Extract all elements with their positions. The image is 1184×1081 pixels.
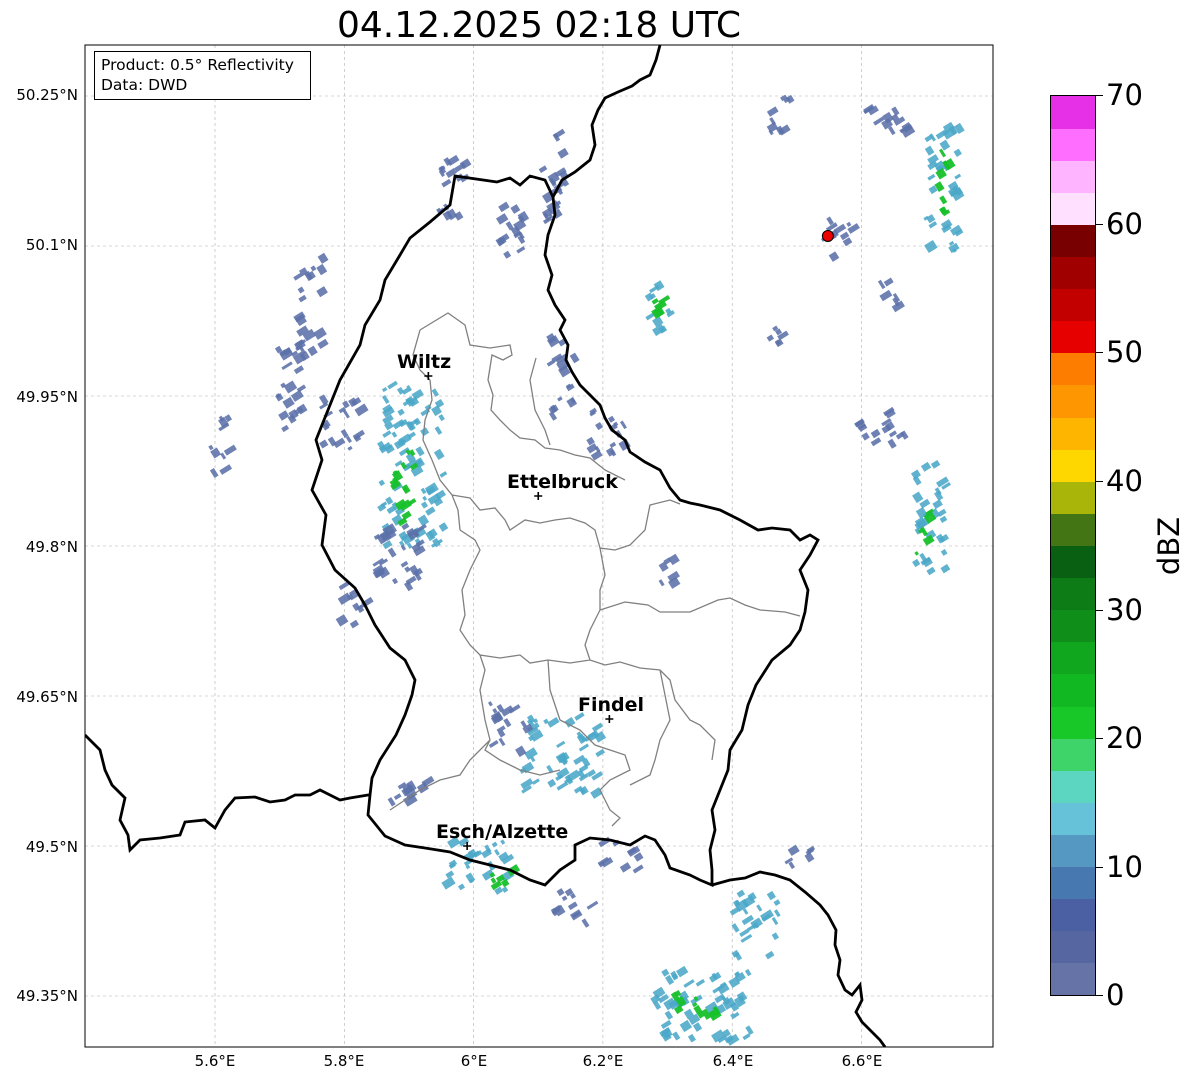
colorbar-label-60: 60 bbox=[1106, 207, 1143, 241]
colorbar-tick bbox=[1096, 481, 1103, 482]
city-label-esch-alzette: Esch/Alzette bbox=[436, 821, 569, 843]
colorbar-tick bbox=[1096, 738, 1103, 739]
colorbar-segment bbox=[1051, 256, 1095, 290]
colorbar-segment bbox=[1051, 481, 1095, 514]
colorbar-label-50: 50 bbox=[1106, 335, 1143, 369]
colorbar-segment bbox=[1051, 288, 1095, 322]
lon-label: 6.4°E bbox=[712, 1052, 754, 1070]
colorbar-segment bbox=[1051, 352, 1095, 386]
lat-label: 49.5°N bbox=[25, 838, 78, 856]
colorbar-segment bbox=[1051, 320, 1095, 354]
data-source-line: Data: DWD bbox=[101, 76, 188, 94]
colorbar-segment bbox=[1051, 192, 1095, 225]
city-label-findel: Findel bbox=[578, 694, 645, 716]
colorbar-segment bbox=[1051, 898, 1095, 932]
plot-background bbox=[85, 45, 993, 1047]
colorbar-segment bbox=[1051, 384, 1095, 418]
colorbar-label-70: 70 bbox=[1106, 78, 1143, 112]
colorbar-tick bbox=[1096, 867, 1103, 868]
lat-label: 49.8°N bbox=[25, 538, 78, 556]
colorbar-label-20: 20 bbox=[1106, 721, 1143, 755]
lon-label: 5.8°E bbox=[323, 1052, 365, 1070]
colorbar-segment bbox=[1051, 770, 1095, 803]
colorbar-label-0: 0 bbox=[1106, 978, 1125, 1012]
colorbar-label-30: 30 bbox=[1106, 593, 1143, 627]
lon-label: 5.6°E bbox=[194, 1052, 236, 1070]
colorbar-label-40: 40 bbox=[1106, 464, 1143, 498]
radar-map bbox=[84, 44, 994, 1048]
lat-label: 49.35°N bbox=[16, 987, 78, 1005]
lon-label: 6.2°E bbox=[582, 1052, 624, 1070]
colorbar-segment bbox=[1051, 738, 1095, 771]
colorbar-segment bbox=[1051, 802, 1095, 835]
colorbar-tick bbox=[1096, 995, 1103, 996]
colorbar-segment bbox=[1051, 96, 1095, 129]
product-line: Product: 0.5° Reflectivity bbox=[101, 56, 294, 74]
colorbar-segment bbox=[1051, 673, 1095, 707]
lat-label: 50.25°N bbox=[16, 86, 78, 104]
lon-label: 6.6°E bbox=[841, 1052, 883, 1070]
city-label-ettelbruck: Ettelbruck bbox=[507, 471, 618, 493]
colorbar-segment bbox=[1051, 609, 1095, 643]
colorbar-unit-label: dBZ bbox=[1152, 516, 1184, 576]
colorbar-segment bbox=[1051, 160, 1095, 193]
lat-label: 49.95°N bbox=[16, 388, 78, 406]
colorbar-segment bbox=[1051, 224, 1095, 258]
lon-label: 6°E bbox=[460, 1052, 488, 1070]
city-label-wiltz: Wiltz bbox=[397, 351, 452, 373]
colorbar-segment bbox=[1051, 128, 1095, 161]
colorbar-segment bbox=[1051, 417, 1095, 450]
lat-label: 49.65°N bbox=[16, 688, 78, 706]
product-info-box: Product: 0.5° Reflectivity Data: DWD bbox=[94, 51, 311, 100]
colorbar-segment bbox=[1051, 962, 1095, 996]
colorbar-segment bbox=[1051, 641, 1095, 675]
colorbar-label-10: 10 bbox=[1106, 850, 1143, 884]
lat-label: 50.1°N bbox=[25, 236, 78, 254]
colorbar-segment bbox=[1051, 834, 1095, 868]
colorbar-segment bbox=[1051, 866, 1095, 900]
colorbar-segment bbox=[1051, 449, 1095, 482]
radar-site-marker bbox=[821, 230, 834, 242]
colorbar-tick bbox=[1096, 224, 1103, 225]
colorbar-segment bbox=[1051, 513, 1095, 546]
colorbar-segment bbox=[1051, 706, 1095, 739]
colorbar bbox=[1050, 95, 1096, 996]
colorbar-tick bbox=[1096, 95, 1103, 96]
colorbar-segment bbox=[1051, 930, 1095, 964]
colorbar-tick bbox=[1096, 352, 1103, 353]
colorbar-segment bbox=[1051, 545, 1095, 579]
colorbar-segment bbox=[1051, 577, 1095, 611]
colorbar-tick bbox=[1096, 610, 1103, 611]
